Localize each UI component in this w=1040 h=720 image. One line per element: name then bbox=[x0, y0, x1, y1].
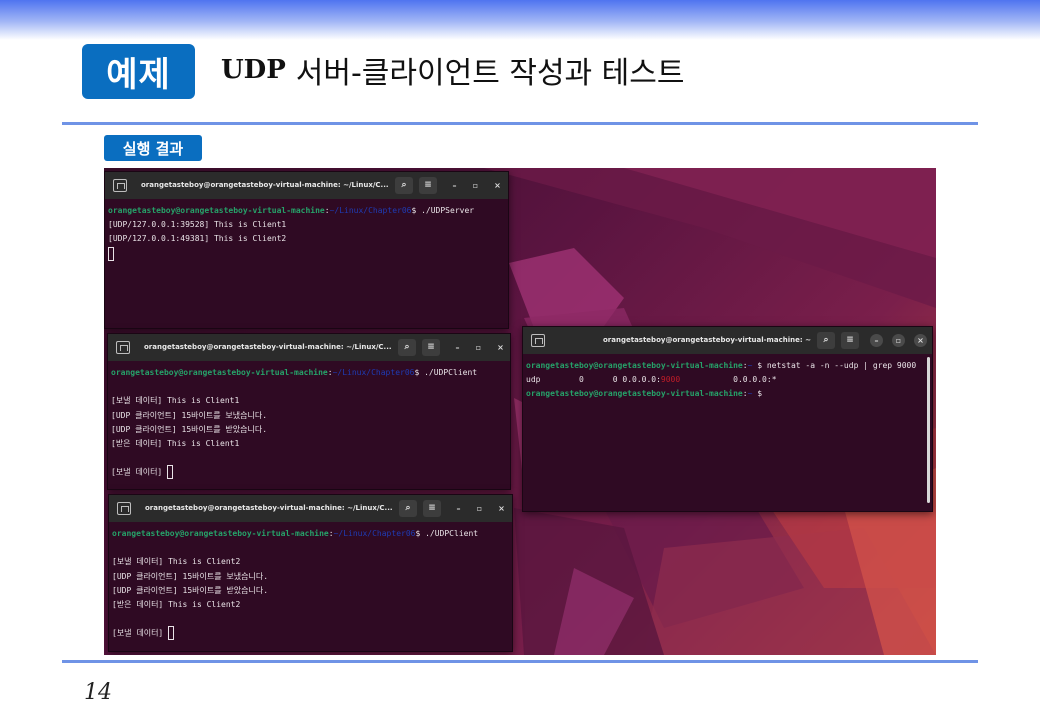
minimize-icon[interactable]: – bbox=[448, 179, 461, 192]
result-tag: 실행 결과 bbox=[104, 135, 202, 161]
netstat-port-highlight: 9000 bbox=[660, 375, 681, 385]
terminal-client1[interactable]: orangetasteboy@orangetasteboy-virtual-ma… bbox=[107, 333, 511, 490]
prompt-user: orangetasteboy@orangetasteboy-virtual-ma… bbox=[111, 368, 328, 377]
output-line: [받은 데이터] This is Client2 bbox=[112, 599, 241, 609]
top-gradient-band bbox=[0, 0, 1040, 40]
prompt-path: ~ bbox=[747, 389, 753, 399]
close-icon[interactable]: × bbox=[494, 341, 507, 354]
text-cursor bbox=[168, 626, 175, 641]
prompt-user: orangetasteboy@orangetasteboy-virtual-ma… bbox=[526, 389, 743, 399]
search-icon[interactable]: ⌕ bbox=[398, 339, 416, 356]
page-number: 14 bbox=[84, 680, 112, 705]
maximize-icon[interactable]: ▫ bbox=[472, 341, 485, 354]
prompt-path: ~/Linux/Chapter06 bbox=[333, 529, 416, 538]
terminal-client2[interactable]: orangetasteboy@orangetasteboy-virtual-ma… bbox=[108, 494, 513, 652]
minimize-icon[interactable]: – bbox=[452, 502, 465, 515]
example-badge: 예제 bbox=[82, 44, 195, 99]
minimize-icon[interactable]: – bbox=[451, 341, 464, 354]
scrollbar[interactable] bbox=[927, 357, 930, 503]
netstat-foreign-address: 0.0.0.0:* bbox=[733, 375, 777, 385]
output-line: [UDP 클라이언트] 15바이트를 받았습니다. bbox=[112, 585, 269, 595]
window-title: orangetasteboy@orangetasteboy-virtual-ma… bbox=[141, 181, 389, 189]
ubuntu-desktop: orangetasteboy@orangetasteboy-virtual-ma… bbox=[104, 168, 936, 655]
prompt-path: ~/Linux/Chapter06 bbox=[329, 206, 412, 215]
search-icon[interactable]: ⌕ bbox=[395, 177, 413, 194]
maximize-icon[interactable]: ▫ bbox=[892, 334, 905, 347]
top-divider bbox=[62, 122, 978, 125]
terminal-output: orangetasteboy@orangetasteboy-virtual-ma… bbox=[105, 199, 508, 328]
hamburger-menu-icon[interactable]: ≡ bbox=[841, 332, 859, 349]
output-line: [보낼 데이터] bbox=[112, 628, 169, 638]
minimize-icon[interactable]: – bbox=[870, 334, 883, 347]
terminal-server[interactable]: orangetasteboy@orangetasteboy-virtual-ma… bbox=[104, 171, 509, 329]
command: $ ./UDPServer bbox=[411, 206, 475, 215]
terminal-output: orangetasteboy@orangetasteboy-virtual-ma… bbox=[109, 522, 512, 651]
search-icon[interactable]: ⌕ bbox=[399, 500, 417, 517]
terminal-titlebar[interactable]: orangetasteboy@orangetasteboy-virtual-ma… bbox=[105, 172, 508, 199]
output-line: [UDP/127.0.0.1:39528] This is Client1 bbox=[108, 220, 287, 230]
netstat-recv: 0 bbox=[578, 375, 584, 385]
prompt-path: ~ bbox=[747, 361, 753, 370]
terminal-output: orangetasteboy@orangetasteboy-virtual-ma… bbox=[108, 361, 510, 489]
new-tab-icon[interactable] bbox=[117, 502, 131, 515]
netstat-proto: udp bbox=[526, 375, 541, 385]
window-title: orangetasteboy@orangetasteboy-virtual-ma… bbox=[603, 336, 811, 344]
hamburger-menu-icon[interactable]: ≡ bbox=[419, 177, 437, 194]
terminal-netstat[interactable]: orangetasteboy@orangetasteboy-virtual-ma… bbox=[522, 326, 933, 512]
output-line: [보낼 데이터] bbox=[111, 467, 168, 477]
terminal-titlebar[interactable]: orangetasteboy@orangetasteboy-virtual-ma… bbox=[523, 327, 932, 354]
output-line: [UDP 클라이언트] 15바이트를 보냈습니다. bbox=[112, 571, 269, 581]
output-line: [보낼 데이터] This is Client2 bbox=[112, 557, 241, 567]
window-title: orangetasteboy@orangetasteboy-virtual-ma… bbox=[145, 504, 393, 512]
netstat-row: udp 0 0 0.0.0.0:9000 0.0.0.0:* bbox=[526, 373, 929, 387]
new-tab-icon[interactable] bbox=[531, 334, 545, 347]
output-line: [보낼 데이터] This is Client1 bbox=[111, 396, 240, 406]
close-icon[interactable]: × bbox=[495, 502, 508, 515]
hamburger-menu-icon[interactable]: ≡ bbox=[423, 500, 441, 517]
maximize-icon[interactable]: ▫ bbox=[473, 502, 486, 515]
terminal-titlebar[interactable]: orangetasteboy@orangetasteboy-virtual-ma… bbox=[108, 334, 510, 361]
hamburger-menu-icon[interactable]: ≡ bbox=[422, 339, 440, 356]
command: $ ./UDPClient bbox=[414, 368, 478, 377]
prompt-path: ~/Linux/Chapter06 bbox=[332, 368, 415, 377]
prompt-user: orangetasteboy@orangetasteboy-virtual-ma… bbox=[526, 361, 743, 370]
command: $ netstat -a -n --udp | grep 9000 bbox=[757, 361, 917, 370]
prompt-user: orangetasteboy@orangetasteboy-virtual-ma… bbox=[112, 529, 329, 538]
window-title: orangetasteboy@orangetasteboy-virtual-ma… bbox=[144, 343, 392, 351]
netstat-local-address: 0.0.0.0: bbox=[622, 375, 661, 385]
close-icon[interactable]: × bbox=[914, 334, 927, 347]
terminal-titlebar[interactable]: orangetasteboy@orangetasteboy-virtual-ma… bbox=[109, 495, 512, 522]
netstat-send: 0 bbox=[612, 375, 618, 385]
title-udp: UDP bbox=[221, 55, 286, 85]
new-tab-icon[interactable] bbox=[116, 341, 130, 354]
slide-title: UDP 서버-클라이언트 작성과 테스트 bbox=[221, 50, 685, 91]
output-line: [UDP 클라이언트] 15바이트를 받았습니다. bbox=[111, 424, 268, 434]
new-tab-icon[interactable] bbox=[113, 179, 127, 192]
text-cursor bbox=[108, 246, 114, 261]
maximize-icon[interactable]: ▫ bbox=[469, 179, 482, 192]
text-cursor bbox=[167, 465, 174, 480]
output-line: [UDP 클라이언트] 15바이트를 보냈습니다. bbox=[111, 410, 268, 420]
output-line: [UDP/127.0.0.1:49381] This is Client2 bbox=[108, 234, 287, 244]
title-rest: 서버-클라이언트 작성과 테스트 bbox=[295, 56, 685, 91]
command: $ ./UDPClient bbox=[415, 529, 479, 538]
search-icon[interactable]: ⌕ bbox=[817, 332, 835, 349]
close-icon[interactable]: × bbox=[491, 179, 504, 192]
output-line: [받은 데이터] This is Client1 bbox=[111, 438, 240, 448]
terminal-output: orangetasteboy@orangetasteboy-virtual-ma… bbox=[523, 354, 932, 511]
prompt-user: orangetasteboy@orangetasteboy-virtual-ma… bbox=[108, 206, 325, 215]
bottom-divider bbox=[62, 660, 978, 663]
command: $ bbox=[757, 389, 763, 399]
